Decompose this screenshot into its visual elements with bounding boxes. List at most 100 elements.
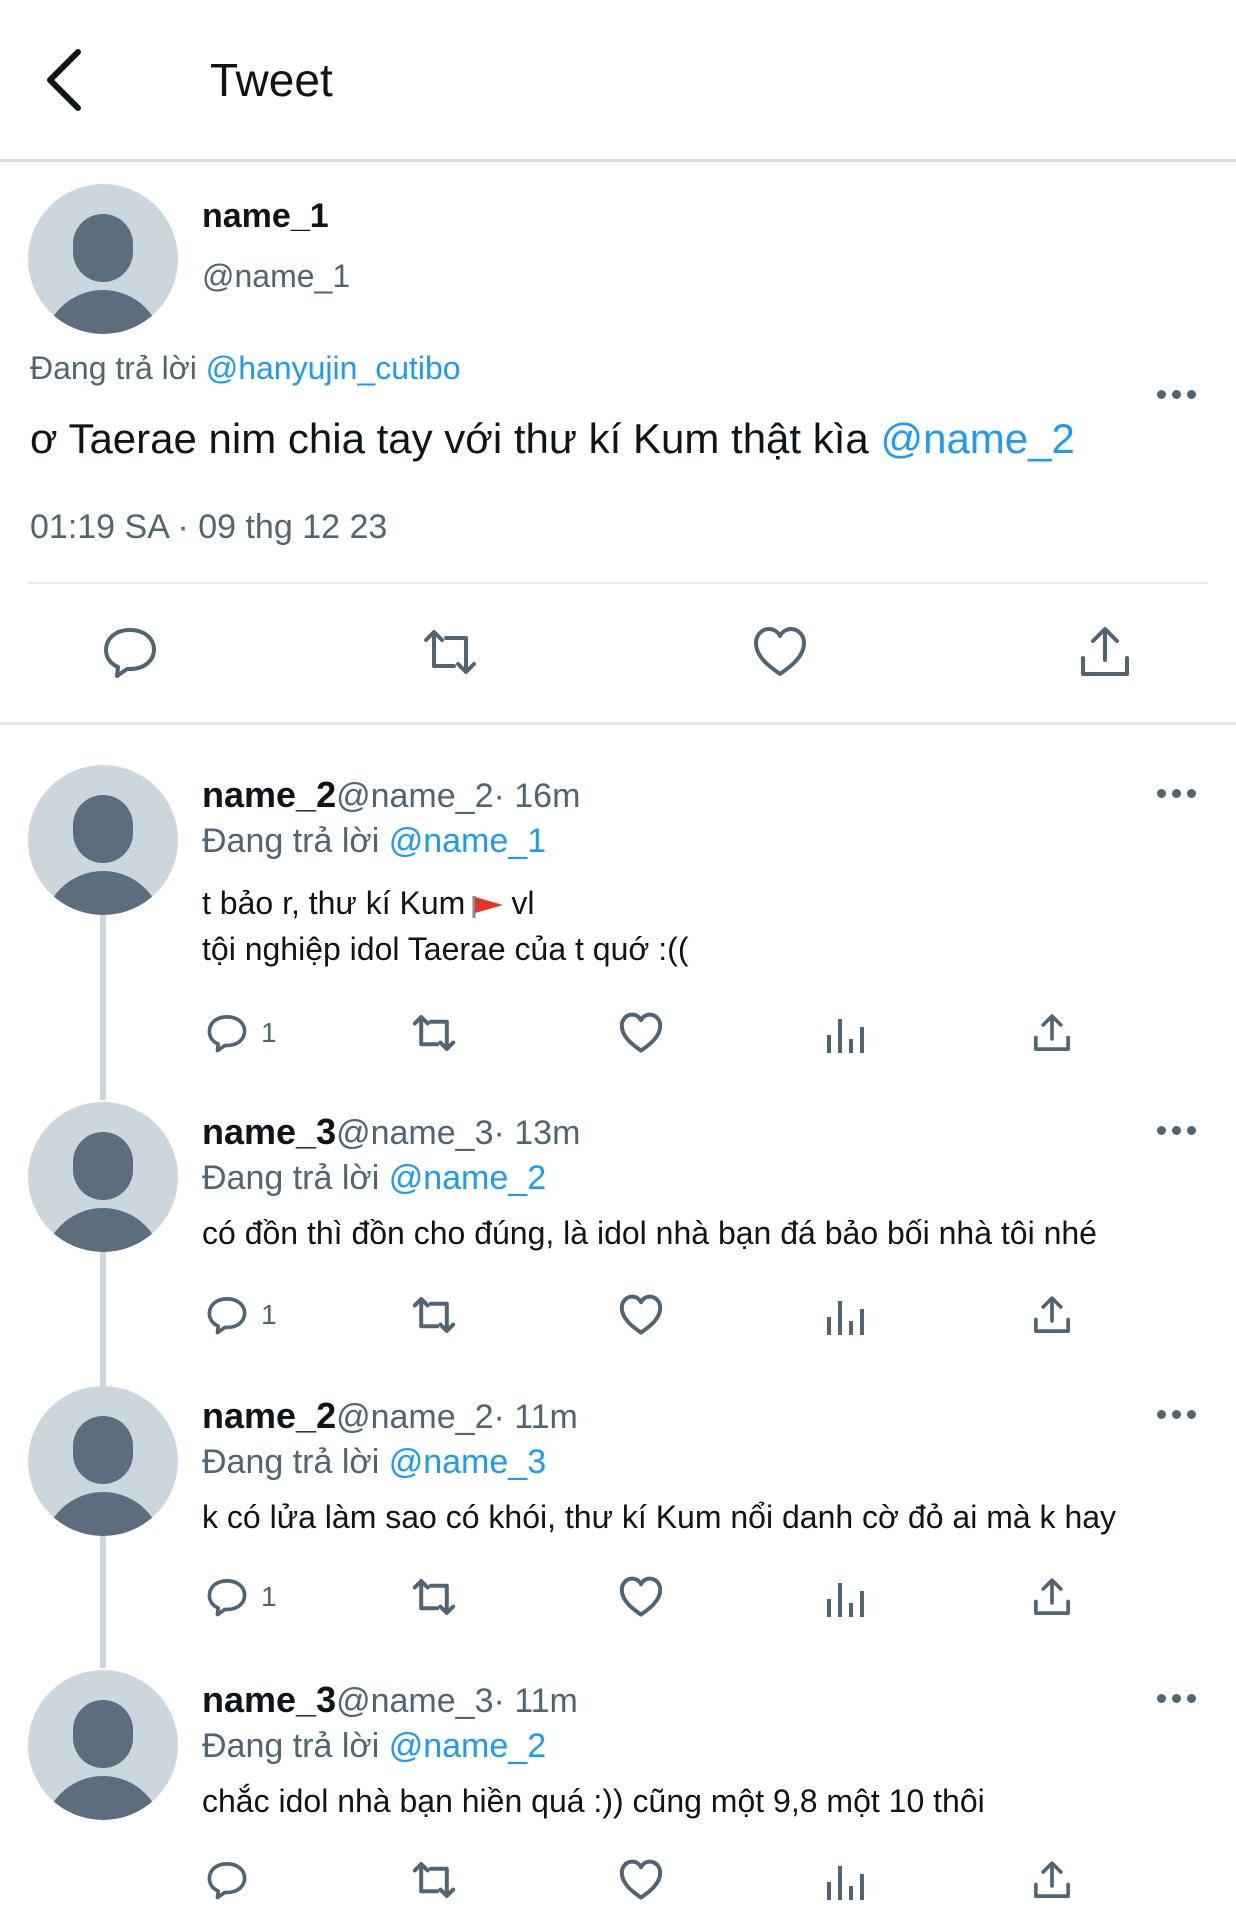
action-bar: 1	[0, 1569, 1236, 1629]
retweet-button[interactable]	[408, 1569, 460, 1625]
like-button[interactable]	[617, 1005, 665, 1061]
author-handle[interactable]: @name_3	[336, 1682, 493, 1720]
reply-icon	[207, 1297, 247, 1335]
reply-text-segment: t bảo r, thư kí Kum	[202, 885, 466, 921]
views-icon	[827, 1866, 864, 1900]
author-name[interactable]: name_3	[202, 1111, 336, 1152]
retweet-icon	[412, 1015, 456, 1051]
like-button[interactable]	[617, 1852, 665, 1908]
retweet-button[interactable]	[408, 1852, 460, 1908]
reply-time: · 11m	[493, 1398, 578, 1436]
views-button[interactable]	[825, 1287, 869, 1343]
like-icon	[619, 1012, 663, 1053]
reply-count: 1	[261, 1017, 277, 1048]
retweet-icon	[412, 1297, 456, 1333]
tweet-timestamp: 01:19 SA · 09 thg 12 23	[30, 508, 388, 546]
more-options-icon[interactable]	[1157, 789, 1197, 801]
more-options-icon[interactable]	[1157, 1694, 1197, 1706]
replying-to-line: Đang trả lời @hanyujin_cutibo	[30, 348, 461, 388]
views-button[interactable]	[825, 1569, 869, 1625]
share-icon[interactable]	[1075, 622, 1135, 682]
like-icon	[619, 1294, 663, 1335]
replying-to-link[interactable]: @hanyujin_cutibo	[206, 350, 461, 386]
avatar[interactable]	[28, 1102, 178, 1252]
replying-to-link[interactable]: @name_1	[389, 822, 546, 860]
replying-label: Đang trả lời	[202, 1727, 380, 1765]
author-name[interactable]: name_1	[202, 196, 329, 236]
share-button[interactable]	[1030, 1005, 1074, 1061]
more-options-icon[interactable]	[1157, 1126, 1197, 1138]
replying-label: Đang trả lời	[202, 1443, 380, 1481]
author-name[interactable]: name_3	[202, 1679, 336, 1720]
replying-to-line: Đang trả lời @name_1	[202, 819, 546, 863]
share-icon	[1034, 1861, 1070, 1898]
reply-text-line: t bảo r, thư kí Kum vl	[202, 880, 534, 926]
share-icon	[1034, 1014, 1070, 1051]
tweet-body: ơ Taerae nim chia tay với thư kí Kum thậ…	[30, 415, 869, 462]
replying-label: Đang trả lời	[202, 822, 380, 860]
replying-to-line: Đang trả lời @name_3	[202, 1440, 546, 1484]
action-bar	[0, 1852, 1236, 1912]
like-button[interactable]	[617, 1569, 665, 1625]
avatar[interactable]	[28, 1670, 178, 1820]
like-button[interactable]	[617, 1287, 665, 1343]
reply-button[interactable]: 1	[205, 1287, 277, 1343]
main-tweet: name_1 @name_1 Đang trả lời @hanyujin_cu…	[0, 162, 1236, 725]
reply-text-line: tội nghiệp idol Taerae của t quớ :((	[202, 931, 689, 967]
author-handle[interactable]: @name_2	[336, 777, 493, 815]
reply-text-line: k có lửa làm sao có khói, thư kí Kum nổi…	[202, 1499, 1117, 1535]
more-options-icon[interactable]	[1157, 1410, 1197, 1422]
retweet-icon	[412, 1862, 456, 1898]
share-icon	[1034, 1578, 1070, 1615]
replying-to-link[interactable]: @name_2	[389, 1727, 546, 1765]
retweet-button[interactable]	[408, 1287, 460, 1343]
reply-time: · 13m	[493, 1114, 581, 1152]
reply-icon	[207, 1862, 247, 1900]
replying-label: Đang trả lời	[30, 350, 197, 386]
more-options-icon[interactable]	[1157, 390, 1197, 402]
views-button[interactable]	[825, 1005, 869, 1061]
reply-text-line: chắc idol nhà bạn hiền quá :)) cũng một …	[202, 1783, 985, 1819]
reply-header: name_2@name_2· 16m	[202, 773, 580, 825]
share-button[interactable]	[1030, 1287, 1074, 1343]
author-handle[interactable]: @name_3	[336, 1114, 493, 1152]
reply-button[interactable]	[205, 1852, 261, 1908]
author-handle[interactable]: @name_1	[202, 256, 350, 296]
back-arrow-icon[interactable]	[42, 46, 92, 114]
reply-icon	[207, 1579, 247, 1617]
retweet-icon[interactable]	[420, 622, 480, 682]
reply-icon	[207, 1015, 247, 1053]
share-button[interactable]	[1030, 1569, 1074, 1625]
author-name[interactable]: name_2	[202, 774, 336, 815]
tweet-text: ơ Taerae nim chia tay với thư kí Kum thậ…	[30, 412, 1075, 466]
reply-text-segment: vl	[511, 885, 535, 921]
reply-header: name_3@name_3· 13m	[202, 1110, 580, 1162]
share-button[interactable]	[1030, 1852, 1074, 1908]
reply-time: · 11m	[493, 1682, 578, 1720]
reply-icon[interactable]	[100, 622, 160, 682]
like-icon	[619, 1576, 663, 1617]
reply-button[interactable]: 1	[205, 1569, 277, 1625]
replying-to-link[interactable]: @name_2	[389, 1159, 546, 1197]
avatar[interactable]	[28, 184, 178, 334]
views-icon	[827, 1301, 864, 1335]
like-icon[interactable]	[750, 622, 810, 682]
avatar[interactable]	[28, 1386, 178, 1536]
action-bar: 1	[0, 1287, 1236, 1347]
page-title: Tweet	[210, 54, 333, 106]
replying-to-link[interactable]: @name_3	[389, 1443, 546, 1481]
author-name[interactable]: name_2	[202, 1395, 336, 1436]
reply-header: name_2@name_2· 11m	[202, 1394, 578, 1446]
reply-header: name_3@name_3· 11m	[202, 1678, 578, 1730]
retweet-button[interactable]	[408, 1005, 460, 1061]
author-handle[interactable]: @name_2	[336, 1398, 493, 1436]
reply-button[interactable]: 1	[205, 1005, 277, 1061]
views-button[interactable]	[825, 1852, 869, 1908]
replying-to-line: Đang trả lời @name_2	[202, 1724, 546, 1768]
action-bar: 1	[0, 1005, 1236, 1065]
mention-link[interactable]: @name_2	[880, 415, 1074, 462]
reply-count: 1	[261, 1581, 277, 1612]
replying-label: Đang trả lời	[202, 1159, 380, 1197]
reply-count: 1	[261, 1299, 277, 1330]
avatar[interactable]	[28, 765, 178, 915]
